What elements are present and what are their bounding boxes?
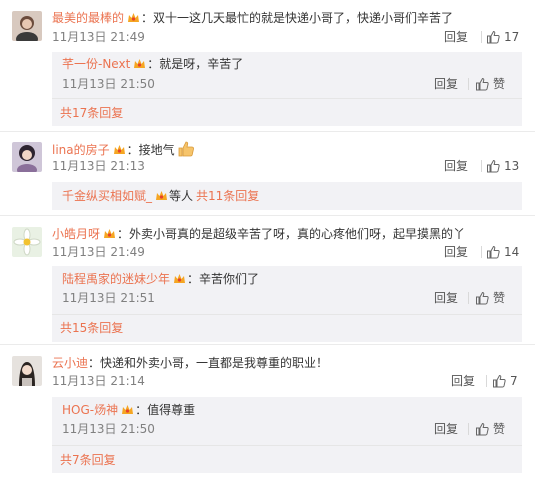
avatar[interactable] (12, 227, 42, 257)
reply-box: 千金纵买相如赋_ 等人 共11条回复 (52, 182, 522, 210)
reply-time: 11月13日 21:50 (62, 77, 155, 91)
more-replies-link[interactable]: 共15条回复 (60, 320, 123, 336)
comment-text: ：双十一这几天最忙的就是快递小哥了，快递小哥们辛苦了 (141, 11, 454, 25)
thumbs-up-icon (486, 30, 504, 44)
like-count: 7 (510, 374, 518, 388)
comment-username[interactable]: 最美的最棒的 (52, 11, 124, 25)
comment-text: ：接地气 (126, 143, 175, 157)
vip-badge-icon (155, 189, 168, 200)
reply-button[interactable]: 回复 (444, 158, 468, 174)
vip-badge-icon (113, 143, 126, 154)
more-replies-link[interactable]: 共11条回复 (196, 189, 259, 203)
comment-username[interactable]: lina的房子 (52, 143, 110, 157)
like-button[interactable]: 13 (486, 158, 519, 174)
comment-time: 11月13日 21:49 (52, 30, 145, 44)
reply-username[interactable]: 千金纵买相如赋_ (62, 189, 152, 203)
reply-text: ：就是呀，辛苦了 (147, 57, 244, 71)
reply-text: ：值得尊重 (135, 403, 196, 417)
more-replies-link[interactable]: 共7条回复 (60, 452, 116, 468)
comment-time: 11月13日 21:49 (52, 245, 145, 259)
avatar[interactable] (12, 11, 42, 41)
comment-text: ：快递和外卖小哥，一直都是我尊重的职业！ (88, 356, 329, 370)
reply-time: 11月13日 21:50 (62, 422, 155, 436)
comment-time: 11月13日 21:13 (52, 159, 145, 173)
vip-badge-icon (127, 11, 140, 22)
reply-box: 芊一份-Next ：就是呀，辛苦了 11月13日 21:50 回复 赞 共17条回… (52, 52, 522, 126)
vip-badge-icon (133, 57, 146, 68)
thumbs-up-emoji-icon (177, 141, 195, 161)
thumbs-up-icon (486, 245, 504, 259)
like-count: 17 (504, 30, 520, 44)
comment-item: 最美的最棒的 ：双十一这几天最忙的就是快递小哥了，快递小哥们辛苦了 11月13日 … (0, 0, 535, 128)
like-button[interactable]: 14 (486, 244, 519, 260)
thumbs-up-icon (486, 159, 504, 173)
thumbs-up-icon (475, 422, 493, 436)
reply-button[interactable]: 回复 (434, 421, 458, 437)
reply-username[interactable]: 芊一份-Next (62, 57, 130, 71)
comment-item: lina的房子 ：接地气 11月13日 21:13 回复 13 千金纵买相如赋_ 等… (0, 132, 535, 214)
avatar[interactable] (12, 356, 42, 386)
reply-username[interactable]: HOG-炀神 (62, 403, 118, 417)
reply-others-text: 等人 (169, 189, 194, 203)
vip-badge-icon (103, 227, 116, 238)
comment-item: 小皓月呀 ：外卖小哥真的是超级辛苦了呀，真的心疼他们呀，起早摸黑的丫 11月13日… (0, 216, 535, 344)
reply-button[interactable]: 回复 (444, 244, 468, 260)
comment-time: 11月13日 21:14 (52, 374, 145, 388)
like-count: 14 (504, 245, 520, 259)
reply-box: HOG-炀神 ：值得尊重 11月13日 21:50 回复 赞 共7条回复 (52, 397, 522, 473)
like-button[interactable]: 赞 (475, 76, 505, 92)
comment-list: 最美的最棒的 ：双十一这几天最忙的就是快递小哥了，快递小哥们辛苦了 11月13日 … (0, 0, 535, 478)
thumbs-up-icon (492, 374, 510, 388)
reply-button[interactable]: 回复 (434, 290, 458, 306)
reply-box: 陆程禹家的迷妹少年 ：辛苦你们了 11月13日 21:51 回复 赞 共15条回复 (52, 266, 522, 342)
vip-badge-icon (173, 272, 186, 283)
reply-time: 11月13日 21:51 (62, 291, 155, 305)
like-count: 13 (504, 159, 520, 173)
comment-item: 云小迪：快递和外卖小哥，一直都是我尊重的职业！ 11月13日 21:14 回复 … (0, 345, 535, 477)
like-button[interactable]: 赞 (475, 421, 505, 437)
thumbs-up-icon (475, 291, 493, 305)
comment-username[interactable]: 云小迪 (52, 356, 88, 370)
comment-text: ：外卖小哥真的是超级辛苦了呀，真的心疼他们呀，起早摸黑的丫 (117, 227, 466, 241)
like-label: 赞 (493, 291, 506, 305)
reply-text: ：辛苦你们了 (187, 272, 260, 286)
like-button[interactable]: 17 (486, 29, 519, 45)
more-replies-link[interactable]: 共17条回复 (60, 105, 123, 121)
like-label: 赞 (493, 422, 506, 436)
reply-button[interactable]: 回复 (434, 76, 458, 92)
like-label: 赞 (493, 77, 506, 91)
reply-button[interactable]: 回复 (444, 29, 468, 45)
like-button[interactable]: 赞 (475, 290, 505, 306)
like-button[interactable]: 7 (492, 373, 518, 389)
thumbs-up-icon (475, 77, 493, 91)
vip-badge-icon (121, 403, 134, 414)
avatar[interactable] (12, 142, 42, 172)
reply-username[interactable]: 陆程禹家的迷妹少年 (62, 272, 170, 286)
reply-button[interactable]: 回复 (451, 373, 475, 389)
comment-username[interactable]: 小皓月呀 (52, 227, 100, 241)
